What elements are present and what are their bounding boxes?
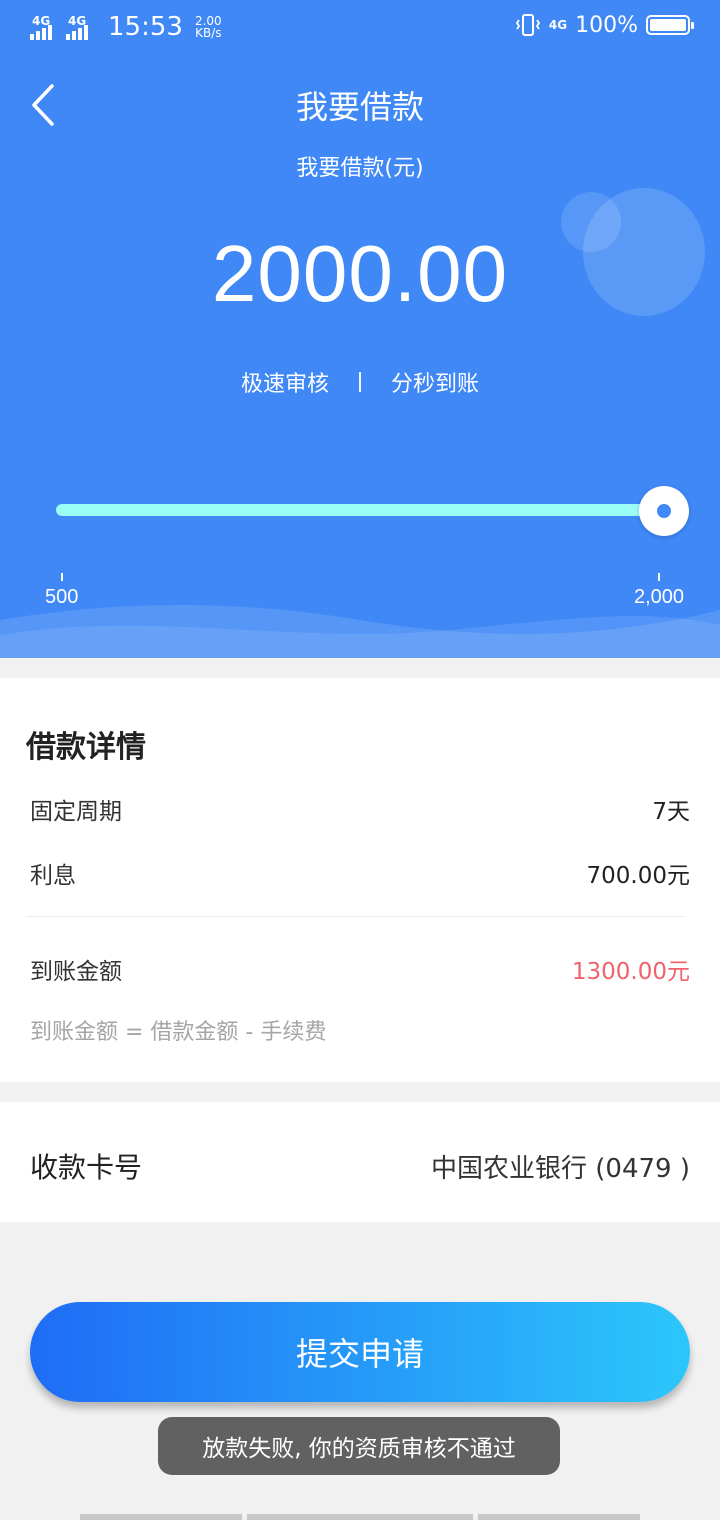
feature-fast-review: 极速审核 <box>240 372 329 397</box>
feature-tags: 极速审核 分秒到账 <box>0 366 720 398</box>
header-panel: 4G 4G 15:53 2.00 KB/s 4G 100% 我要借款 我要借款(… <box>0 0 720 658</box>
slider-tick-max <box>658 573 660 581</box>
battery-icon <box>646 15 694 35</box>
bank-card-value: 中国农业银行 (0479 ) <box>431 1154 690 1184</box>
page-title: 我要借款 <box>295 88 424 126</box>
clock: 15:53 <box>108 12 183 42</box>
signal-icon: 4G <box>66 14 96 40</box>
detail-value: 7天 <box>652 799 690 825</box>
loan-details-card: 借款详情 固定周期 7天 利息 700.00元 到账金额 1300.00元 到账… <box>0 678 720 1082</box>
detail-row-interest: 利息 700.00元 <box>30 856 690 890</box>
submit-button[interactable]: 提交申请 <box>30 1302 690 1402</box>
arrival-amount: 1300.00元 <box>571 959 690 985</box>
detail-row-arrival: 到账金额 1300.00元 <box>30 952 690 986</box>
bank-card-label: 收款卡号 <box>30 1151 143 1184</box>
nav-bar-segment <box>80 1514 242 1520</box>
wave-decoration <box>0 605 720 658</box>
detail-label: 固定周期 <box>30 799 122 825</box>
signal-icon: 4G <box>30 14 60 40</box>
status-bar: 4G 4G 15:53 2.00 KB/s 4G 100% <box>0 0 720 56</box>
detail-row-period: 固定周期 7天 <box>30 792 690 826</box>
divider <box>359 372 361 392</box>
detail-label: 到账金额 <box>30 959 122 985</box>
nav-bar-segment <box>247 1514 473 1520</box>
nav-bar-segment <box>478 1514 640 1520</box>
slider-thumb[interactable] <box>639 486 689 536</box>
detail-value: 700.00元 <box>586 863 690 889</box>
divider <box>26 916 684 917</box>
slider-track[interactable] <box>56 504 664 516</box>
battery-percent: 100% <box>575 12 638 38</box>
detail-label: 利息 <box>30 863 76 889</box>
network-speed: 2.00 KB/s <box>195 15 222 39</box>
feature-instant-arrival: 分秒到账 <box>391 372 480 397</box>
bank-card-row[interactable]: 收款卡号 中国农业银行 (0479 ) <box>0 1102 720 1222</box>
toast-message: 放款失败, 你的资质审核不通过 <box>158 1417 560 1475</box>
amount-slider[interactable] <box>56 486 690 536</box>
slider-tick-min <box>61 573 63 581</box>
amount-caption: 我要借款(元) <box>296 156 424 181</box>
loan-amount: 2000.00 <box>211 229 509 318</box>
section-title: 借款详情 <box>26 730 146 765</box>
speed-unit: KB/s <box>195 26 222 40</box>
vibrate-icon <box>515 14 540 36</box>
arrival-formula: 到账金额 = 借款金额 - 手续费 <box>30 1020 327 1045</box>
network-type: 4G <box>548 18 568 32</box>
